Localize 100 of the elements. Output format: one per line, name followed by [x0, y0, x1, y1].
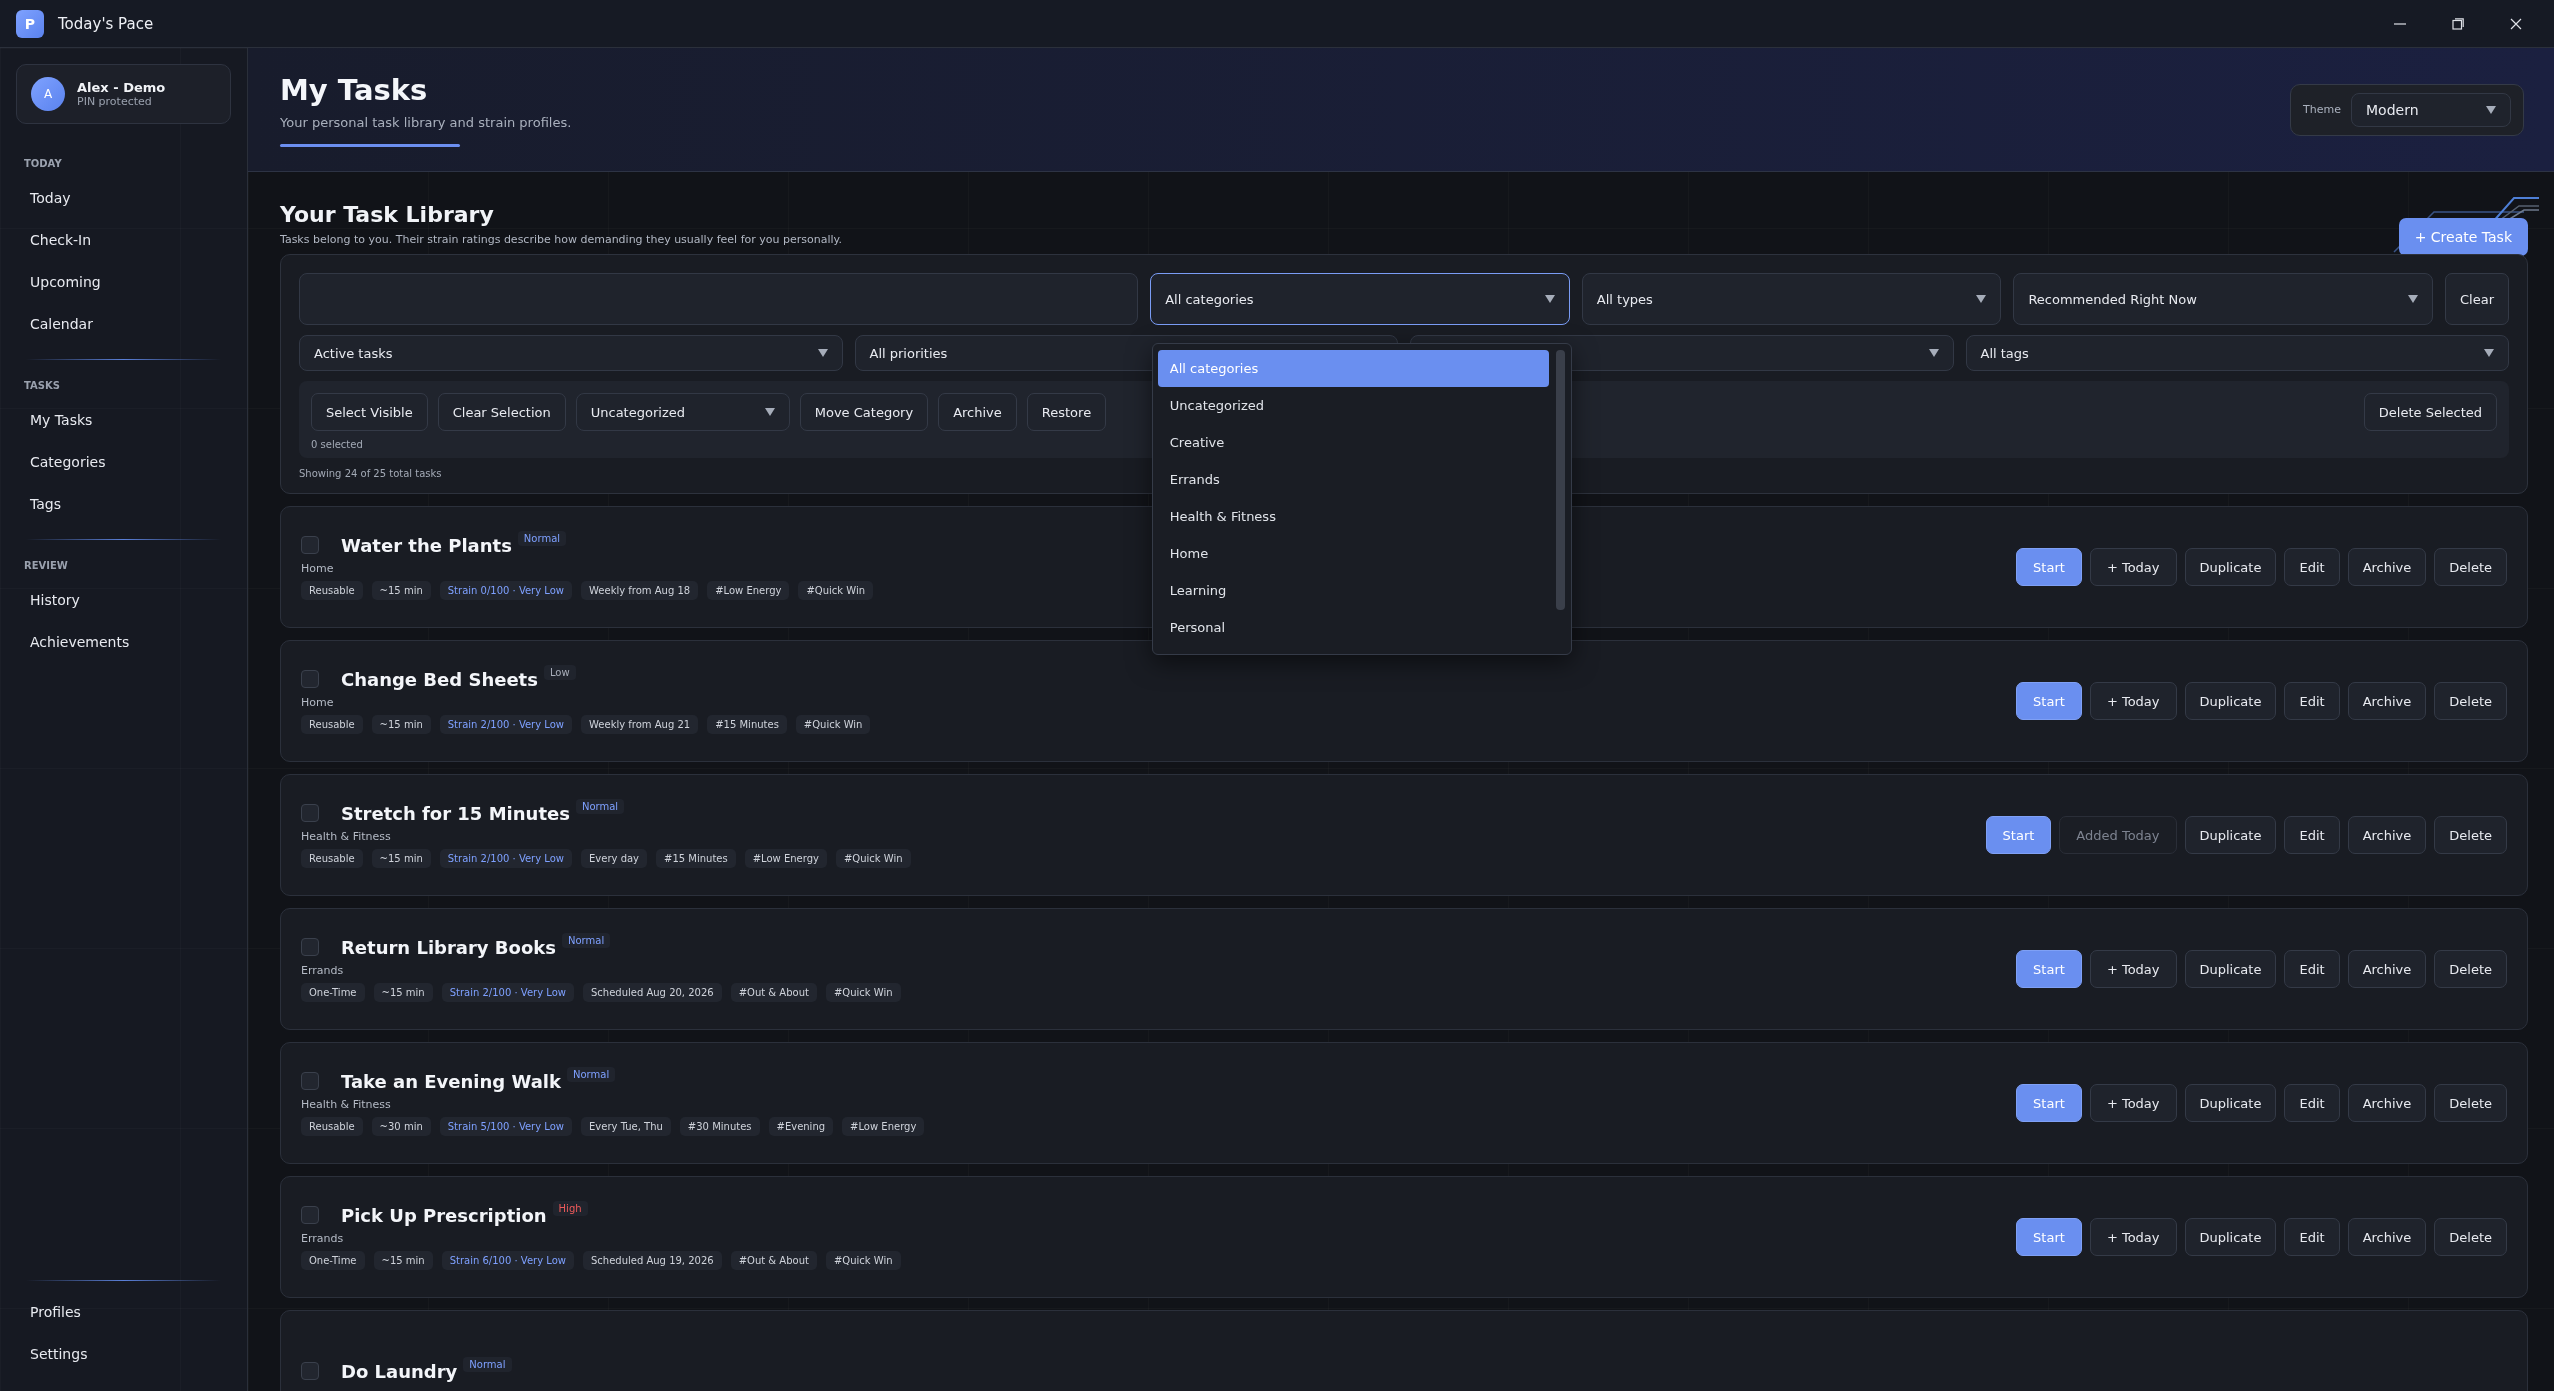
checkbox[interactable] — [301, 1362, 319, 1380]
task-action-button[interactable]: Edit — [2284, 950, 2340, 988]
select-field[interactable]: All tags — [1965, 335, 2509, 371]
task-action-button[interactable]: Delete — [2434, 816, 2507, 854]
task-action-button[interactable]: Archive — [2347, 1218, 2427, 1256]
task-action-button[interactable]: Delete — [2434, 950, 2507, 988]
checkbox[interactable] — [301, 1206, 319, 1224]
task-action-button[interactable]: Edit — [2284, 682, 2340, 720]
task-action-button[interactable]: Duplicate — [2184, 1218, 2277, 1256]
nav-item[interactable]: Achievements — [16, 621, 231, 663]
task-tag: #Evening — [768, 1116, 834, 1136]
filter-button[interactable]: Clear — [2445, 273, 2509, 325]
task-category: Health & Fitness — [301, 1097, 392, 1111]
section-heading: TASKS — [24, 380, 61, 391]
task-action-button[interactable]: Edit — [2284, 816, 2340, 854]
today-button[interactable]: + Today — [2089, 682, 2177, 720]
task-action-button[interactable]: Duplicate — [2184, 682, 2277, 720]
task-title: Return Library Books — [341, 936, 556, 958]
select-field[interactable]: Modern — [2351, 92, 2511, 127]
dropdown-option[interactable]: Personal — [1157, 609, 1550, 646]
task-title: Pick Up Prescription — [341, 1204, 547, 1226]
checkbox[interactable] — [301, 536, 319, 554]
task-action-button[interactable]: Edit — [2284, 548, 2340, 586]
task-tag: #15 Minutes — [707, 714, 787, 734]
select-field[interactable]: Recommended Right Now — [2013, 273, 2433, 325]
today-button[interactable]: + Today — [2089, 548, 2177, 586]
task-tag: ~30 min — [371, 1116, 431, 1136]
caret-icon — [817, 349, 828, 357]
task-action-button[interactable]: Delete — [2434, 1084, 2507, 1122]
task-title: Stretch for 15 Minutes — [341, 802, 570, 824]
today-button[interactable]: + Today — [2089, 1084, 2177, 1122]
nav-item[interactable]: Upcoming — [16, 261, 231, 303]
priority-badge: Normal — [567, 1066, 616, 1082]
priority-badge: Normal — [463, 1356, 512, 1372]
dropdown-option[interactable]: Errands — [1157, 461, 1550, 498]
dropdown-option[interactable]: Home — [1157, 535, 1550, 572]
action-button[interactable]: Clear Selection — [437, 393, 566, 431]
task-action-button[interactable]: Delete — [2434, 1218, 2507, 1256]
task-action-button[interactable]: Edit — [2284, 1084, 2340, 1122]
dropdown-option[interactable]: Learning — [1157, 572, 1550, 609]
action-button[interactable]: Restore — [1026, 393, 1107, 431]
action-button[interactable]: Archive — [938, 393, 1017, 431]
task-action-button[interactable]: Duplicate — [2184, 950, 2277, 988]
task-tag: #Quick Win — [825, 1250, 901, 1270]
select-field[interactable]: Uncategorized — [575, 393, 790, 431]
select-field[interactable]: All categories — [1150, 273, 1570, 325]
action-button[interactable]: Move Category — [799, 393, 929, 431]
checkbox[interactable] — [301, 938, 319, 956]
nav-item[interactable]: Today — [16, 177, 231, 219]
task-action-button[interactable]: Archive — [2347, 1084, 2427, 1122]
priority-badge: Normal — [575, 798, 625, 814]
select-field[interactable]: Active tasks — [299, 335, 843, 371]
task-tag: #Quick Win — [825, 982, 901, 1002]
app-logo: P — [16, 9, 44, 38]
task-title: Change Bed Sheets — [341, 668, 538, 690]
task-action-button[interactable]: Delete — [2434, 682, 2507, 720]
delete-selected-button[interactable]: Delete Selected — [2363, 393, 2497, 431]
task-action-button[interactable]: Duplicate — [2184, 816, 2277, 854]
checkbox[interactable] — [301, 804, 319, 822]
scrollbar[interactable] — [1556, 350, 1566, 610]
task-action-button[interactable]: Archive — [2347, 950, 2427, 988]
nav-item[interactable]: Calendar — [16, 303, 231, 345]
task-category: Home — [301, 561, 335, 575]
caret-icon — [2484, 349, 2494, 357]
section-heading: TODAY — [24, 158, 63, 169]
task-tag: Scheduled Aug 20, 2026 — [582, 982, 722, 1002]
dropdown-option[interactable]: Creative — [1157, 424, 1550, 461]
task-tag: #15 Minutes — [656, 848, 736, 868]
task-title: Do Laundry — [341, 1360, 458, 1382]
task-tag: Every Tue, Thu — [581, 1116, 671, 1136]
task-action-button[interactable]: Duplicate — [2184, 548, 2277, 586]
nav-item[interactable]: Check-In — [16, 219, 231, 261]
action-button[interactable]: Select Visible — [311, 393, 428, 431]
task-tag: #Quick Win — [795, 714, 871, 734]
task-action-button[interactable]: Edit — [2284, 1218, 2340, 1256]
dropdown-option[interactable]: Health & Fitness — [1157, 498, 1550, 535]
nav-item[interactable]: My Tasks — [16, 399, 231, 441]
task-tag: #Quick Win — [835, 848, 911, 868]
task-action-button[interactable]: Delete — [2434, 548, 2507, 586]
today-button[interactable]: + Today — [2089, 1218, 2177, 1256]
nav-item[interactable]: Settings — [16, 1333, 231, 1375]
nav-item[interactable]: Tags — [16, 483, 231, 525]
nav-item[interactable]: History — [16, 579, 231, 621]
dropdown-option[interactable]: Uncategorized — [1157, 387, 1550, 424]
task-action-button[interactable]: Duplicate — [2184, 1084, 2277, 1122]
task-action-button[interactable]: Archive — [2347, 548, 2427, 586]
task-tag: Every day — [581, 848, 648, 868]
today-button[interactable]: + Today — [2089, 950, 2177, 988]
task-action-button[interactable]: Archive — [2347, 682, 2427, 720]
task-tag: ~15 min — [373, 982, 433, 1002]
profile-card[interactable]: A Alex - Demo PIN protected — [16, 64, 231, 124]
select-field[interactable]: All types — [1581, 273, 2002, 325]
task-tag: Reusable — [301, 1116, 363, 1136]
task-tag: Strain 2/100 · Very Low — [439, 848, 573, 868]
task-action-button[interactable]: Archive — [2347, 816, 2427, 854]
nav-item[interactable]: Categories — [16, 441, 231, 483]
checkbox[interactable] — [301, 1072, 319, 1090]
checkbox[interactable] — [301, 670, 319, 688]
search-field[interactable] — [299, 273, 1139, 325]
nav-item[interactable]: Profiles — [16, 1291, 231, 1333]
